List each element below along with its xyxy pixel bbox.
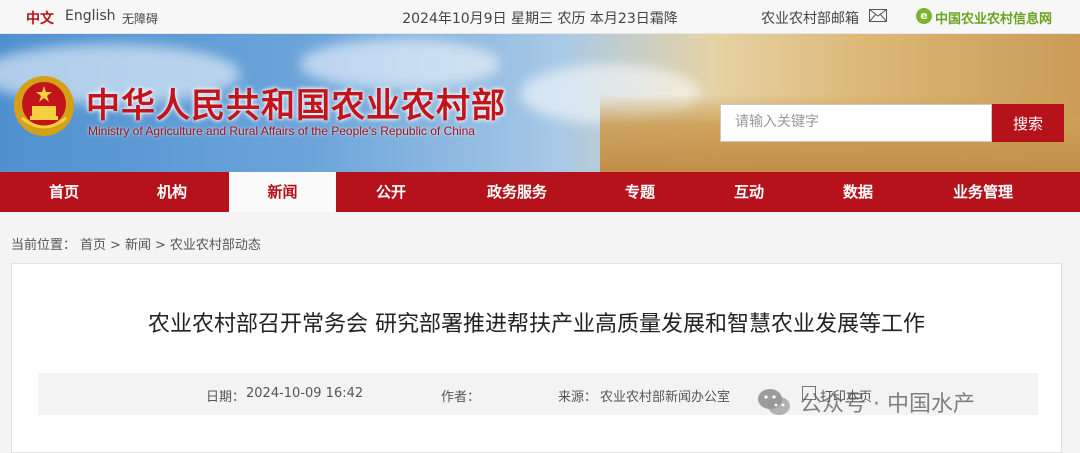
- date-value: 2024-10-09 16:42: [246, 386, 364, 401]
- mail-icon[interactable]: [869, 9, 887, 22]
- search-input[interactable]: [721, 105, 985, 139]
- accessibility-link[interactable]: 无障碍: [122, 10, 158, 27]
- breadcrumb-prefix: 当前位置：: [11, 238, 77, 253]
- nav-item-public[interactable]: 公开: [341, 172, 441, 212]
- watermark-text: 公众号 · 中国水产: [800, 392, 975, 417]
- site-title: 中华人民共和国农业农村部: [86, 86, 506, 126]
- breadcrumb-separator: >: [154, 238, 166, 253]
- breadcrumb-home[interactable]: 首页: [80, 238, 106, 253]
- wechat-watermark: 公众号 · 中国水产: [756, 382, 975, 422]
- lang-english-link[interactable]: English: [65, 8, 116, 24]
- breadcrumb-ministry-news[interactable]: 农业农村部动态: [170, 238, 261, 253]
- nav-item-services[interactable]: 政务服务: [463, 172, 571, 212]
- source-value: 农业农村部新闻办公室: [600, 390, 731, 405]
- top-bar: 中文 English 无障碍 2024年10月9日 星期三 农历 本月23日霜降…: [0, 0, 1080, 34]
- search-button[interactable]: 搜索: [992, 104, 1064, 142]
- national-emblem-icon: [14, 76, 74, 136]
- header-banner: 中华人民共和国农业农村部 Ministry of Agriculture and…: [0, 34, 1080, 172]
- nav-item-organization[interactable]: 机构: [122, 172, 222, 212]
- nav-item-business[interactable]: 业务管理: [924, 172, 1042, 212]
- main-nav: 首页 机构 新闻 公开 政务服务 专题 互动 数据 业务管理: [0, 172, 1080, 212]
- nav-item-data[interactable]: 数据: [808, 172, 908, 212]
- nav-item-news[interactable]: 新闻: [229, 172, 336, 212]
- author-label: 作者：: [441, 390, 481, 405]
- nav-item-home[interactable]: 首页: [14, 172, 114, 212]
- breadcrumb-news[interactable]: 新闻: [125, 238, 151, 253]
- mailbox-link[interactable]: 农业农村部邮箱: [761, 8, 859, 28]
- nav-item-topics[interactable]: 专题: [590, 172, 690, 212]
- nav-item-interaction[interactable]: 互动: [699, 172, 799, 212]
- source-label: 来源：: [558, 390, 598, 405]
- wechat-icon: [758, 389, 790, 415]
- site-subtitle: Ministry of Agriculture and Rural Affair…: [88, 124, 475, 138]
- search-box: [720, 104, 992, 142]
- article-title: 农业农村部召开常务会 研究部署推进帮扶产业高质量发展和智慧农业发展等工作: [148, 312, 925, 337]
- date-label: 日期：: [206, 390, 246, 405]
- breadcrumb: 当前位置： 首页 > 新闻 > 农业农村部动态: [11, 234, 265, 253]
- article-card: 农业农村部召开常务会 研究部署推进帮扶产业高质量发展和智慧农业发展等工作 日期：…: [11, 263, 1062, 453]
- agri-info-logo-icon: e: [916, 8, 932, 24]
- lang-chinese-link[interactable]: 中文: [26, 8, 54, 28]
- agri-info-network-link[interactable]: 中国农业农村信息网: [935, 8, 1052, 27]
- breadcrumb-separator: >: [110, 238, 121, 253]
